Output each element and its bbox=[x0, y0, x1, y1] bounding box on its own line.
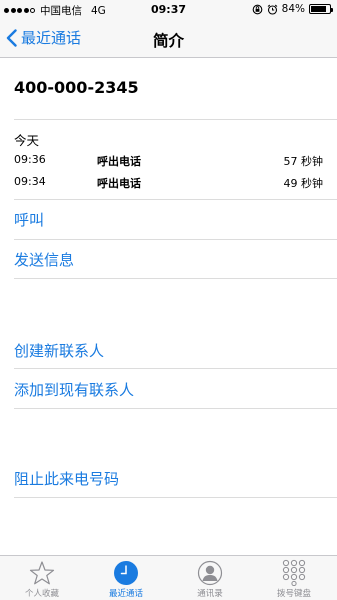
battery-percent: 84% bbox=[281, 3, 305, 15]
keypad-icon bbox=[282, 559, 306, 586]
clock-icon bbox=[114, 560, 138, 585]
call-duration: 49 秒钟 bbox=[283, 177, 324, 190]
call-time: 09:36 bbox=[14, 153, 46, 166]
navigation-bar: 最近通话 简介 bbox=[0, 20, 337, 58]
phone-number: 400-000-2345 bbox=[14, 78, 139, 97]
battery-level-fill bbox=[311, 6, 327, 12]
call-type: 呼出电话 bbox=[97, 177, 141, 190]
divider bbox=[14, 119, 337, 120]
page-title: 简介 bbox=[152, 32, 184, 50]
tab-favorites[interactable]: 个人收藏 bbox=[0, 559, 84, 599]
contacts-icon bbox=[197, 560, 223, 585]
call-type: 呼出电话 bbox=[97, 155, 141, 168]
status-bar: 中国电信 4G 09:37 84% bbox=[0, 0, 337, 20]
tab-recents[interactable]: 最近通话 bbox=[84, 559, 168, 599]
tab-recents-label: 最近通话 bbox=[108, 589, 143, 599]
divider bbox=[14, 497, 337, 498]
status-right: 84% bbox=[252, 3, 333, 15]
divider bbox=[14, 239, 337, 240]
call-log-row: 09:34 呼出电话 49 秒钟 bbox=[14, 175, 323, 191]
rotation-lock-icon bbox=[252, 4, 263, 14]
divider bbox=[14, 368, 337, 369]
tab-keypad[interactable]: 拨号键盘 bbox=[252, 559, 336, 599]
tab-bar: 个人收藏 最近通话 通讯录 拨号键盘 bbox=[0, 555, 337, 600]
tab-keypad-label: 拨号键盘 bbox=[276, 589, 311, 599]
divider bbox=[14, 278, 337, 279]
divider bbox=[14, 408, 337, 409]
call-button[interactable]: 呼叫 bbox=[14, 209, 44, 230]
send-message-button[interactable]: 发送信息 bbox=[14, 249, 74, 270]
star-icon bbox=[29, 560, 55, 584]
alarm-icon bbox=[267, 4, 278, 15]
tab-contacts[interactable]: 通讯录 bbox=[168, 559, 252, 599]
divider bbox=[14, 199, 337, 200]
call-log-row: 09:36 呼出电话 57 秒钟 bbox=[14, 153, 323, 169]
call-time: 09:34 bbox=[14, 175, 46, 188]
block-caller-button[interactable]: 阻止此来电号码 bbox=[14, 468, 119, 489]
tab-contacts-label: 通讯录 bbox=[197, 589, 223, 599]
call-log-day-label: 今天 bbox=[14, 133, 40, 148]
create-contact-button[interactable]: 创建新联系人 bbox=[14, 340, 104, 361]
battery-icon bbox=[309, 4, 333, 14]
add-to-existing-contact-button[interactable]: 添加到现有联系人 bbox=[14, 379, 134, 400]
tab-favorites-label: 个人收藏 bbox=[24, 589, 59, 599]
phone-screen: 中国电信 4G 09:37 84% 最近通话 简介 400-000-2345 今… bbox=[0, 0, 337, 600]
call-duration: 57 秒钟 bbox=[283, 155, 324, 168]
